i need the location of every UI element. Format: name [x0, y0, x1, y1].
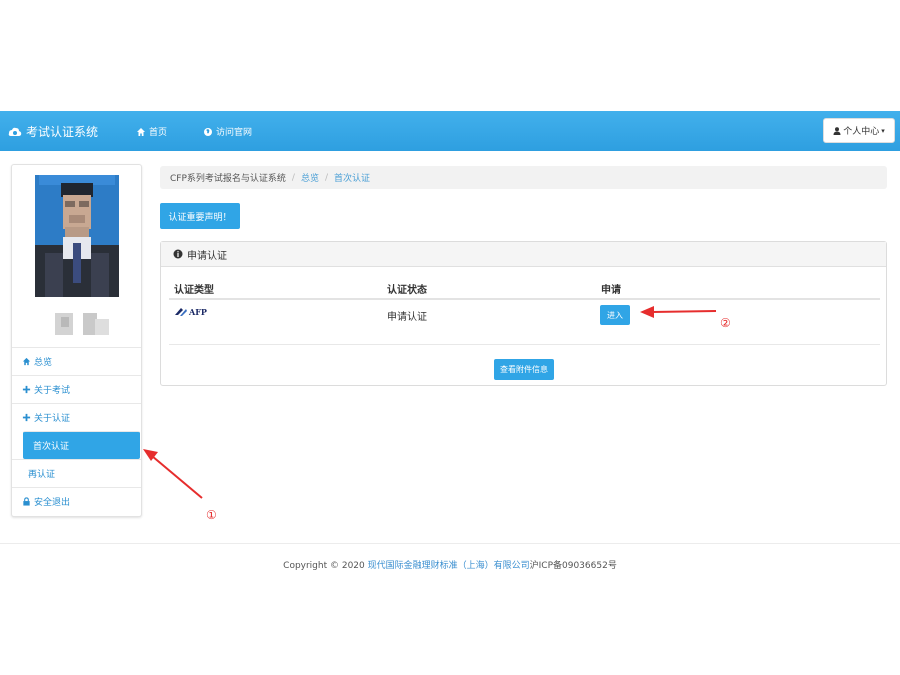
- sidebar-item-label: 关于认证: [34, 414, 71, 424]
- breadcrumb-overview[interactable]: 总览: [301, 171, 319, 184]
- table-row: AFP 申请认证 进入: [169, 300, 880, 345]
- certification-status: 申请认证: [387, 312, 427, 323]
- breadcrumb-system[interactable]: CFP系列考试报名与认证系统: [170, 171, 286, 184]
- sidebar-item-first-certification[interactable]: 首次认证: [23, 431, 140, 459]
- sidebar-item-label: 关于考试: [34, 386, 71, 396]
- breadcrumb-separator: /: [324, 172, 328, 183]
- afp-emblem-icon: [175, 308, 187, 316]
- sidebar-item-recertification[interactable]: 再认证: [12, 459, 141, 487]
- plus-icon: [22, 385, 31, 394]
- home-icon: [137, 127, 145, 136]
- footer: Copyright © 2020 现代国际金融理财标准（上海）有限公司沪ICP备…: [0, 558, 900, 571]
- sidebar-item-overview[interactable]: 总览: [12, 347, 141, 375]
- panel-title: 申请认证: [187, 250, 227, 262]
- sidebar-item-label: 再认证: [28, 470, 56, 480]
- sidebar-item-label: 首次认证: [33, 442, 70, 452]
- user-name-blurred: [55, 313, 109, 335]
- nav-home-link[interactable]: 首页: [136, 125, 167, 138]
- home-icon: [22, 357, 31, 366]
- company-link[interactable]: 现代国际金融理财标准（上海）有限公司: [368, 561, 530, 571]
- sidebar: 总览 关于考试 关于认证 首次认证 再认证 安全退出: [11, 164, 142, 517]
- afp-logo-text: AFP: [189, 307, 207, 317]
- annotation-marker-2: ②: [720, 316, 731, 330]
- copyright-text: Copyright © 2020: [283, 561, 368, 571]
- nav-official-site-label: 访问官网: [216, 128, 253, 138]
- plus-icon: [22, 413, 31, 422]
- app-title: 考试认证系统: [26, 125, 99, 139]
- user-center-label: 个人中心: [843, 127, 880, 137]
- icp-number: 沪ICP备09036652号: [529, 561, 617, 571]
- breadcrumb-current: 首次认证: [334, 174, 371, 184]
- enter-button[interactable]: 进入: [600, 305, 630, 325]
- sidebar-item-logout[interactable]: 安全退出: [12, 487, 141, 515]
- breadcrumb: CFP系列考试报名与认证系统 / 总览 / 首次认证: [160, 166, 887, 189]
- user-center-dropdown[interactable]: 个人中心 ▾: [823, 118, 895, 143]
- nav-home-label: 首页: [149, 128, 168, 138]
- sidebar-item-about-exam[interactable]: 关于考试: [12, 375, 141, 403]
- table-header: 认证类型 认证状态 申请: [169, 277, 880, 300]
- arrow-1: [143, 449, 203, 499]
- avatar-photo: [35, 175, 119, 297]
- app-brand[interactable]: 考试认证系统: [8, 123, 98, 140]
- globe-icon: [204, 127, 212, 136]
- cloud-user-icon: [8, 127, 22, 136]
- footer-divider: [0, 543, 900, 544]
- view-attachment-button[interactable]: 查看附件信息: [494, 359, 554, 380]
- lock-icon: [23, 497, 30, 506]
- apply-certification-panel: 申请认证 认证类型 认证状态 申请 AFP 申请认证 进入 查看附件信息: [160, 241, 887, 386]
- user-icon: [833, 126, 841, 135]
- column-header-apply: 申请: [601, 285, 621, 296]
- nav-official-site-link[interactable]: 访问官网: [203, 125, 252, 138]
- annotation-marker-1: ①: [206, 508, 217, 522]
- sidebar-menu: 总览 关于考试 关于认证 首次认证 再认证 安全退出: [12, 347, 141, 515]
- top-navbar: 考试认证系统 首页 访问官网 个人中心 ▾: [0, 111, 900, 151]
- column-header-type: 认证类型: [174, 285, 214, 296]
- certification-notice-button[interactable]: 认证重要声明！: [160, 203, 240, 229]
- caret-down-icon: ▾: [881, 126, 885, 135]
- sidebar-item-label: 安全退出: [34, 498, 71, 508]
- info-circle-icon: [173, 249, 183, 259]
- breadcrumb-separator: /: [291, 172, 295, 183]
- column-header-status: 认证状态: [387, 285, 427, 296]
- certification-table: 认证类型 认证状态 申请 AFP 申请认证 进入: [169, 277, 880, 345]
- afp-logo: AFP: [174, 307, 207, 317]
- panel-header: 申请认证: [161, 242, 886, 267]
- sidebar-item-about-certification[interactable]: 关于认证: [12, 403, 141, 431]
- sidebar-item-label: 总览: [34, 358, 53, 368]
